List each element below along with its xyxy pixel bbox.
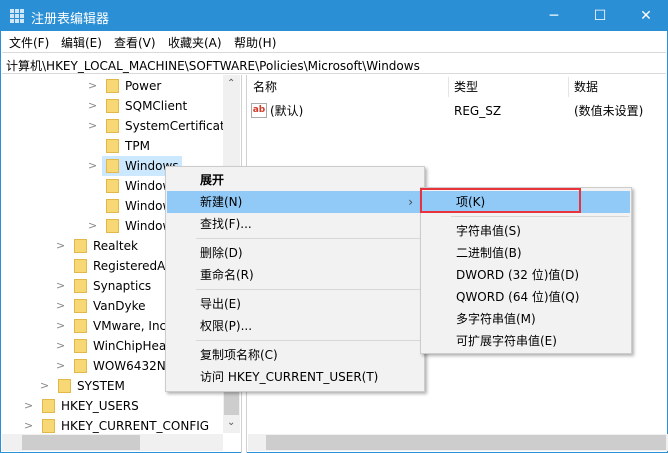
folder-icon [74,359,87,373]
menu-item-goto-hkcu[interactable]: 访问 HKEY_CURRENT_USER(T) [167,366,423,388]
folder-icon [106,179,119,193]
chevron-right-icon: › [408,195,413,209]
menu-item-export[interactable]: 导出(E) [167,293,423,315]
folder-icon [42,419,55,433]
highlight-callout-box [420,188,581,213]
close-button[interactable]: ✕ [623,1,668,31]
title-bar: 注册表编辑器 ─ ☐ ✕ [1,1,668,31]
folder-icon [106,159,119,173]
submenu-item-binary-value[interactable]: 二进制值(B) [422,242,630,264]
window-title: 注册表编辑器 [31,12,110,27]
folder-icon [58,379,71,393]
menu-item-copy-key-name[interactable]: 复制项名称(C) [167,344,423,366]
folder-icon [74,319,87,333]
folder-icon [106,119,119,133]
context-menu: 展开 新建(N) › 查找(F)... 删除(D) 重命名(R) 导出(E) 权限… [165,166,425,392]
folder-icon [74,239,87,253]
folder-icon [74,259,87,273]
submenu-item-qword-value[interactable]: QWORD (64 位)值(Q) [422,286,630,308]
scrollbar-thumb[interactable] [22,435,140,450]
registry-app-icon [10,9,24,23]
folder-icon [106,199,119,213]
menu-bar: 文件(F) 编辑(E) 查看(V) 收藏夹(A) 帮助(H) [1,31,667,51]
column-name[interactable]: 名称 [253,77,277,97]
menu-item-delete[interactable]: 删除(D) [167,242,423,264]
scroll-up-icon[interactable]: ⌃ [227,78,235,89]
submenu-item-expandable-string-value[interactable]: 可扩展字符串值(E) [422,330,630,352]
string-value-icon: ab [251,103,267,118]
scroll-down-icon[interactable]: ⌄ [227,417,235,428]
menu-item-expand[interactable]: 展开 [167,169,423,191]
scrollbar-thumb[interactable] [266,435,666,450]
menu-item-permissions[interactable]: 权限(P)... [167,315,423,337]
maximize-button[interactable]: ☐ [577,1,623,31]
menu-edit[interactable]: 编辑(E) [61,34,102,51]
column-type[interactable]: 类型 [454,77,478,97]
value-row[interactable]: ab (默认) REG_SZ (数值未设置) [251,101,661,121]
values-horizontal-scrollbar[interactable] [248,434,668,451]
submenu-item-multi-string-value[interactable]: 多字符串值(M) [422,308,630,330]
column-data[interactable]: 数据 [574,77,598,97]
menu-item-find[interactable]: 查找(F)... [167,213,423,235]
folder-icon [106,79,119,93]
menu-help[interactable]: 帮助(H) [234,34,276,51]
menu-item-new[interactable]: 新建(N) › [167,191,423,213]
tree-horizontal-scrollbar[interactable] [2,434,223,451]
folder-icon [42,399,55,413]
menu-view[interactable]: 查看(V) [114,34,156,51]
submenu-item-dword-value[interactable]: DWORD (32 位)值(D) [422,264,630,286]
folder-icon [74,339,87,353]
menu-item-rename[interactable]: 重命名(R) [167,264,423,286]
submenu-item-string-value[interactable]: 字符串值(S) [422,220,630,242]
folder-icon [106,219,119,233]
minimize-button[interactable]: ─ [531,1,577,31]
folder-icon [106,99,119,113]
folder-icon [74,279,87,293]
folder-icon [74,299,87,313]
folder-icon [106,139,119,153]
menu-file[interactable]: 文件(F) [9,34,49,51]
address-bar[interactable]: 计算机\HKEY_LOCAL_MACHINE\SOFTWARE\Policies… [2,52,666,74]
menu-favorites[interactable]: 收藏夹(A) [168,34,222,51]
